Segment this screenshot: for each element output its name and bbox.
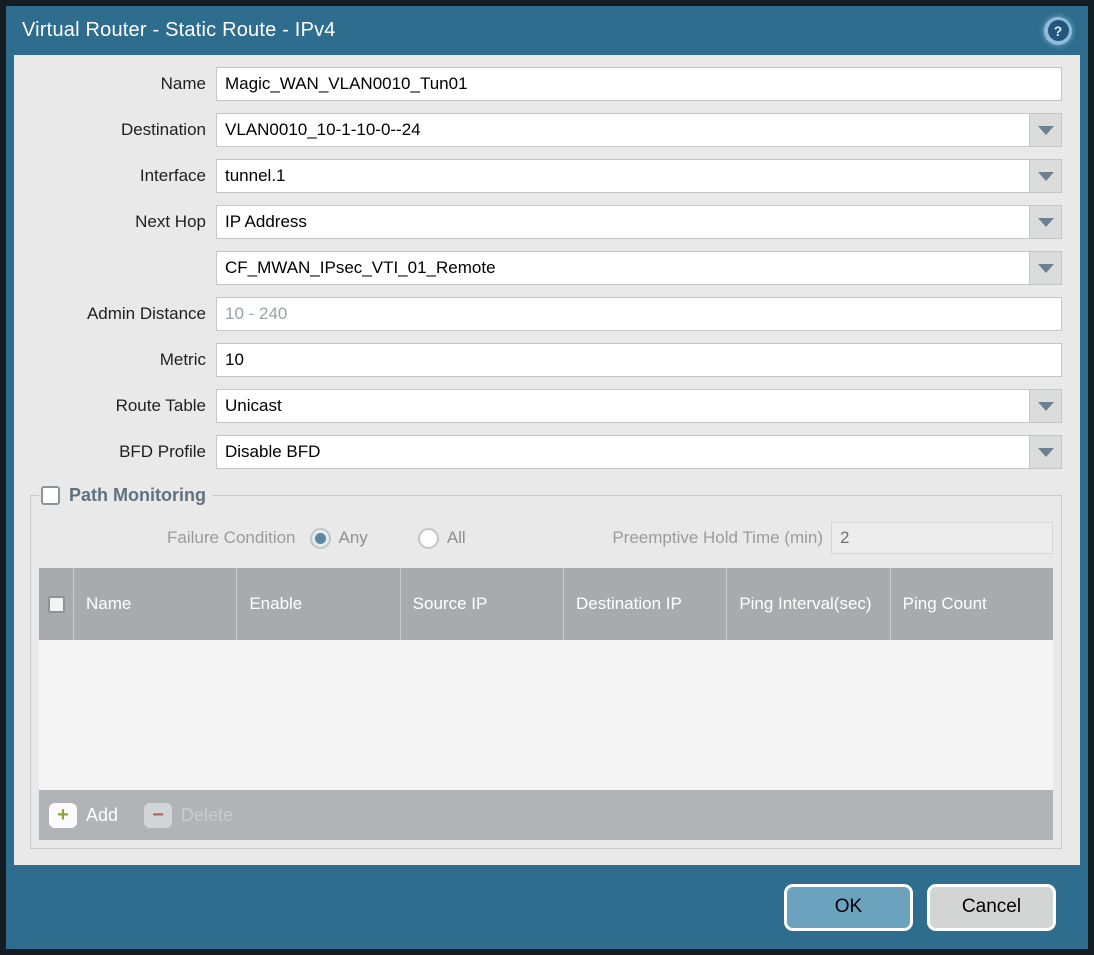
radio-any[interactable] — [309, 527, 331, 549]
dialog-titlebar: Virtual Router - Static Route - IPv4 ? — [6, 6, 1088, 55]
radio-all[interactable] — [417, 527, 439, 549]
failure-condition-row: Failure Condition Any All Preemptive Hol… — [39, 522, 1053, 554]
next-hop-type-input[interactable] — [217, 206, 1029, 238]
route-table-label: Route Table — [115, 396, 206, 415]
chevron-down-icon — [1037, 125, 1054, 135]
destination-dropdown-button[interactable] — [1029, 114, 1061, 146]
chevron-down-icon — [1037, 217, 1054, 227]
delete-button[interactable]: − Delete — [144, 802, 234, 828]
next-hop-address-row — [30, 251, 1062, 285]
static-route-dialog: Virtual Router - Static Route - IPv4 ? N… — [0, 0, 1094, 955]
table-body-empty — [39, 640, 1053, 790]
bfd-profile-label: BFD Profile — [119, 442, 206, 461]
failure-condition-any-option: Any — [309, 527, 404, 549]
chevron-down-icon — [1037, 171, 1054, 181]
destination-row: Destination — [30, 113, 1062, 147]
metric-input[interactable] — [216, 343, 1062, 377]
metric-label: Metric — [159, 350, 206, 369]
metric-row: Metric — [30, 343, 1062, 377]
interface-dropdown-button[interactable] — [1029, 160, 1061, 192]
dialog-footer: OK Cancel — [6, 865, 1088, 949]
interface-label: Interface — [139, 166, 206, 185]
admin-distance-input[interactable] — [216, 297, 1062, 331]
preemptive-hold-time-label: Preemptive Hold Time (min) — [612, 528, 823, 547]
table-footer: + Add − Delete — [39, 790, 1053, 840]
column-header-ping-interval: Ping Interval(sec) — [726, 568, 889, 640]
admin-distance-label: Admin Distance — [86, 304, 206, 323]
column-header-name: Name — [73, 568, 236, 640]
route-table-input[interactable] — [217, 390, 1029, 422]
add-button-label: Add — [86, 804, 119, 825]
cancel-button[interactable]: Cancel — [927, 883, 1056, 931]
failure-condition-label: Failure Condition — [167, 528, 296, 547]
next-hop-address-dropdown-button[interactable] — [1029, 252, 1061, 284]
table-header-select-all — [39, 568, 73, 640]
dialog-content: Name Destination Interface — [14, 55, 1080, 865]
next-hop-row: Next Hop — [30, 205, 1062, 239]
question-mark-glyph: ? — [1047, 20, 1069, 41]
bfd-profile-dropdown-button[interactable] — [1029, 436, 1061, 468]
column-header-enable: Enable — [236, 568, 399, 640]
interface-input[interactable] — [217, 160, 1029, 192]
route-table-dropdown-button[interactable] — [1029, 390, 1061, 422]
name-row: Name — [30, 67, 1062, 101]
dialog-title: Virtual Router - Static Route - IPv4 — [22, 19, 336, 41]
path-monitoring-legend: Path Monitoring — [39, 485, 212, 506]
table-header-row: Name Enable Source IP Destination IP Pin… — [39, 568, 1053, 640]
column-header-source-ip: Source IP — [399, 568, 563, 640]
next-hop-label: Next Hop — [135, 212, 206, 231]
radio-any-label: Any — [338, 528, 368, 547]
chevron-down-icon — [1037, 401, 1054, 411]
chevron-down-icon — [1037, 263, 1054, 273]
path-monitoring-table: Name Enable Source IP Destination IP Pin… — [39, 568, 1053, 840]
path-monitoring-section: Path Monitoring Failure Condition Any Al… — [30, 485, 1062, 849]
delete-button-label: Delete — [181, 804, 234, 825]
destination-label: Destination — [120, 120, 206, 139]
ok-button[interactable]: OK — [784, 883, 913, 931]
minus-icon: − — [144, 802, 173, 828]
select-all-checkbox[interactable] — [47, 595, 65, 613]
chevron-down-icon — [1037, 447, 1054, 457]
bfd-profile-input[interactable] — [217, 436, 1029, 468]
path-monitoring-checkbox[interactable] — [41, 486, 60, 505]
failure-condition-all-option: All — [417, 527, 502, 549]
bfd-profile-row: BFD Profile — [30, 435, 1062, 469]
destination-input[interactable] — [217, 114, 1029, 146]
name-label: Name — [160, 74, 206, 93]
admin-distance-row: Admin Distance — [30, 297, 1062, 331]
preemptive-hold-time-input[interactable] — [831, 522, 1053, 554]
plus-icon: + — [49, 802, 77, 828]
add-button[interactable]: + Add — [49, 802, 119, 828]
name-input[interactable] — [216, 67, 1062, 101]
next-hop-dropdown-button[interactable] — [1029, 206, 1061, 238]
route-table-row: Route Table — [30, 389, 1062, 423]
next-hop-address-input[interactable] — [217, 252, 1029, 284]
radio-all-label: All — [446, 528, 466, 547]
column-header-destination-ip: Destination IP — [562, 568, 726, 640]
column-header-ping-count: Ping Count — [889, 568, 1053, 640]
help-icon[interactable]: ? — [1044, 16, 1072, 45]
path-monitoring-title: Path Monitoring — [69, 485, 206, 505]
interface-row: Interface — [30, 159, 1062, 193]
